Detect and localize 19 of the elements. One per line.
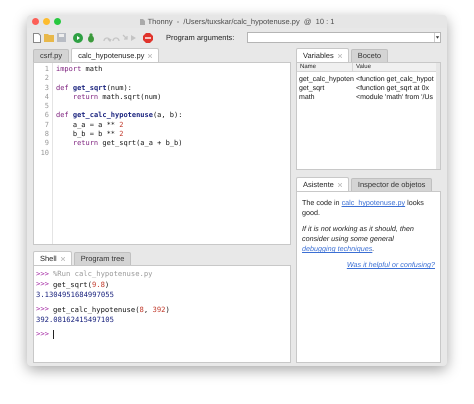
- document-icon: [140, 18, 145, 24]
- minimize-window-button[interactable]: [43, 18, 50, 25]
- close-icon[interactable]: [338, 182, 342, 186]
- bug-icon[interactable]: [86, 32, 96, 42]
- text-cursor: [52, 330, 54, 340]
- step-arrows-icon[interactable]: [103, 34, 137, 42]
- run-icon[interactable]: [73, 32, 83, 42]
- stop-icon[interactable]: [143, 32, 153, 42]
- close-icon[interactable]: [60, 256, 65, 260]
- scrollbar[interactable]: [436, 63, 440, 169]
- folder-icon[interactable]: [44, 33, 54, 42]
- close-icon[interactable]: [148, 54, 152, 58]
- program-arguments-field[interactable]: [247, 32, 441, 43]
- close-icon[interactable]: [338, 54, 342, 58]
- save-icon[interactable]: [57, 33, 66, 42]
- new-file-icon[interactable]: [33, 32, 41, 42]
- zoom-window-button[interactable]: [54, 18, 61, 25]
- dropdown-icon[interactable]: [434, 33, 440, 42]
- close-window-button[interactable]: [32, 18, 39, 25]
